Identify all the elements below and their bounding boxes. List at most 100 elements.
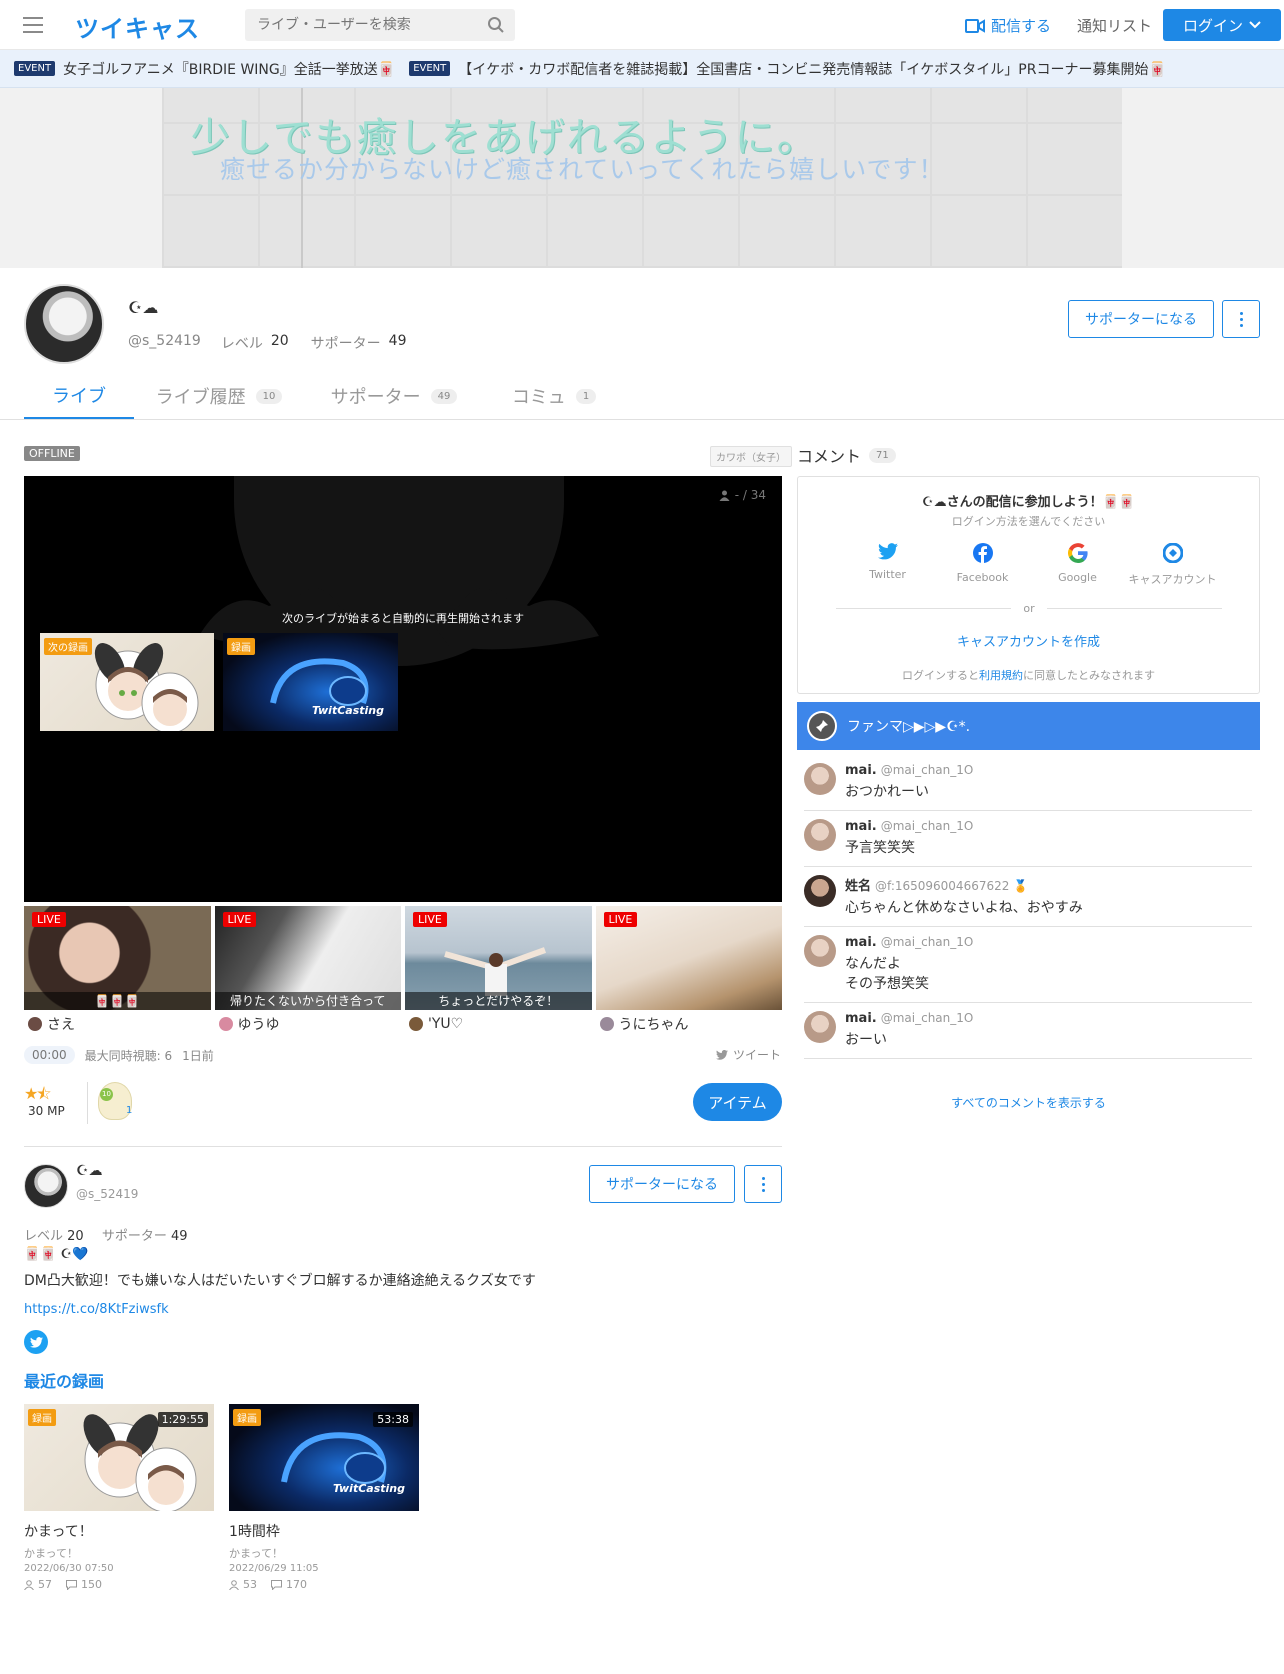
recording-label: 録画 [28,1409,56,1426]
live-card[interactable]: LIVE ちょっとだけやるぞ！ [405,906,592,1010]
commenter-avatar[interactable] [804,935,836,967]
comment-item[interactable]: mai. @mai_chan_1O おつかれーい [804,755,1252,811]
player-viewer-count: - / 34 [719,488,766,502]
comments-count: 71 [869,447,896,463]
bio-link[interactable]: https://t.co/8KtFziwsfk [24,1302,169,1317]
commenter-avatar[interactable] [804,763,836,795]
comment-item[interactable]: mai. @mai_chan_1O なんだよ その予想笑笑 [804,927,1252,1003]
commenter-avatar[interactable] [804,1011,836,1043]
streamer-avatar [28,1017,42,1031]
login-button[interactable]: ログイン [1163,9,1281,41]
comment-item[interactable]: 姓名 @f:165096004667622 🏅 心ちゃんと休めなさいよね、おやすみ [804,867,1252,927]
recording-thumbnail[interactable]: 録画 1:29:55 [24,1404,214,1511]
terms-notice: ログインすると利用規約に同意したとみなされます [798,667,1259,683]
login-prompt-subtitle: ログイン方法を選んでください [951,515,1106,528]
supporter-count: 49 [171,1229,188,1244]
show-all-comments-link[interactable]: すべてのコメントを表示する [797,1094,1260,1111]
live-caption: ちょっとだけやるぞ！ [405,992,592,1010]
commenter-handle: @mai_chan_1O [880,1011,974,1025]
recording-card[interactable]: 録画 53:38 TwitCasting 1時間枠 かまって！ 2022/06/… [229,1404,419,1591]
profile-name[interactable]: ☪︎☁ [76,1163,103,1179]
comment-text: おつかれーい [845,784,929,800]
login-prompt-title: ☪︎☁さんの配信に参加しよう！🀄🀄 [921,495,1136,510]
category-tag[interactable]: カワボ（女子） [710,446,792,467]
twitcasting-icon [1162,543,1183,563]
broadcast-link[interactable]: 配信する [965,15,1051,36]
search-input[interactable] [245,9,515,41]
live-card[interactable]: LIVE [595,906,782,1010]
sns-label: Google [1058,571,1097,584]
more-options-button[interactable] [744,1165,782,1203]
recording-thumbnail[interactable]: 録画 53:38 TwitCasting [229,1404,419,1511]
comment-item[interactable]: mai. @mai_chan_1O 予言笑笑笑 [804,811,1252,867]
terms-link[interactable]: 利用規約 [979,669,1023,682]
profile-name: ☪︎☁ [128,298,159,317]
tabs-divider [0,419,1284,420]
become-supporter-button[interactable]: サポーターになる [1068,300,1214,338]
person-icon [719,490,730,501]
pinned-comment[interactable]: ファンマ▷▶▷▶☪︎*. [797,702,1260,750]
commenter-handle: @mai_chan_1O [880,819,974,833]
tab-supporters[interactable]: サポーター 49 [304,372,484,420]
tweet-link[interactable]: ツイート [716,1046,781,1063]
commenter-avatar[interactable] [804,875,836,907]
comment-count: 150 [66,1578,102,1591]
comment-count-text: 150 [81,1578,102,1591]
create-account-link[interactable]: キャスアカウントを作成 [798,631,1259,650]
recording-subtitle: かまって！ [229,1547,284,1560]
event-link[interactable]: 女子ゴルフアニメ『BIRDIE WING』全話一挙放送🀄 [63,59,395,79]
recording-label: 録画 [227,638,255,655]
comment-header: mai. @mai_chan_1O [845,935,973,950]
live-card[interactable]: LIVE 🀄🀄🀄 [24,906,211,1010]
more-options-button[interactable] [1222,300,1260,338]
item-button[interactable]: アイテム [693,1083,782,1121]
site-logo[interactable]: ツイキャス [75,9,200,44]
supporter-label: サポーター [101,1229,167,1244]
live-badge: LIVE [32,912,66,927]
profile-banner: 少しでも癒しをあげれるように。 癒せるか分からないけど癒されていってくれたら嬉し… [0,88,1284,268]
bio-line: 🀄🀄 ☪︎💙 [24,1247,89,1262]
comment-item[interactable]: mai. @mai_chan_1O おーい [804,1003,1252,1059]
recording-card[interactable]: 録画 1:29:55 かまって！ かまって！ 2022/06/30 07:50 … [24,1404,214,1591]
notify-list-link[interactable]: 通知リスト [1077,15,1152,36]
recording-thumbnail[interactable]: 録画 TwitCasting [223,633,398,731]
live-names-row: さえ ゆうゆ 'YU♡ うにちゃん [24,1014,782,1034]
facebook-login-button[interactable]: Facebook [935,543,1030,587]
video-player[interactable]: - / 34 次のライブが始まると自動的に再生開始されます 次の録画 録画 Tw… [24,476,782,902]
profile-handle: @s_52419 [128,333,201,349]
menu-icon[interactable] [23,17,43,33]
next-recording-thumbnail[interactable]: 次の録画 [40,633,214,731]
twitter-login-button[interactable]: Twitter [840,543,935,587]
commenter-name: mai. [845,763,877,778]
tab-live-history[interactable]: ライブ履歴 10 [134,372,304,420]
commenter-avatar[interactable] [804,819,836,851]
terms-text: に同意したとみなされます [1023,669,1155,682]
live-card[interactable]: LIVE 帰りたくないから付き合って [214,906,401,1010]
comment-header: mai. @mai_chan_1O [845,819,973,834]
live-streamer-name[interactable]: さえ [24,1014,211,1034]
profile-handle: @s_52419 [76,1187,139,1201]
profile-avatar-small[interactable] [24,1164,68,1208]
live-streamer-name[interactable]: うにちゃん [596,1014,783,1034]
level-label: レベル [220,336,263,352]
live-streamer-name[interactable]: 'YU♡ [405,1014,592,1034]
twitter-icon[interactable] [24,1330,48,1354]
tab-count: 10 [255,388,283,404]
search-icon[interactable] [487,16,505,34]
event-link[interactable]: 【イケボ・カワボ配信者を雑誌掲載】全国書店・コンビニ発売情報誌「イケボスタイル」… [458,59,1166,79]
live-streamer-name[interactable]: ゆうゆ [215,1014,402,1034]
tab-live[interactable]: ライブ [24,372,134,420]
profile-meta: @s_52419 レベル 20 サポーター 49 [128,333,421,353]
recording-title[interactable]: 1時間枠 [229,1521,419,1541]
search-box[interactable] [245,9,515,41]
comment-header: 姓名 @f:165096004667622 🏅 [845,875,1083,894]
profile-avatar[interactable] [24,284,104,364]
google-login-button[interactable]: Google [1030,543,1125,587]
become-supporter-button[interactable]: サポーターになる [589,1165,735,1203]
tab-community[interactable]: コミュ 1 [484,372,624,420]
view-count: 57 [24,1578,52,1591]
cas-account-login-button[interactable]: キャスアカウント [1125,543,1220,587]
comment-header: mai. @mai_chan_1O [845,763,973,778]
view-count-text: 53 [243,1578,257,1591]
recording-title[interactable]: かまって！ [24,1521,214,1541]
